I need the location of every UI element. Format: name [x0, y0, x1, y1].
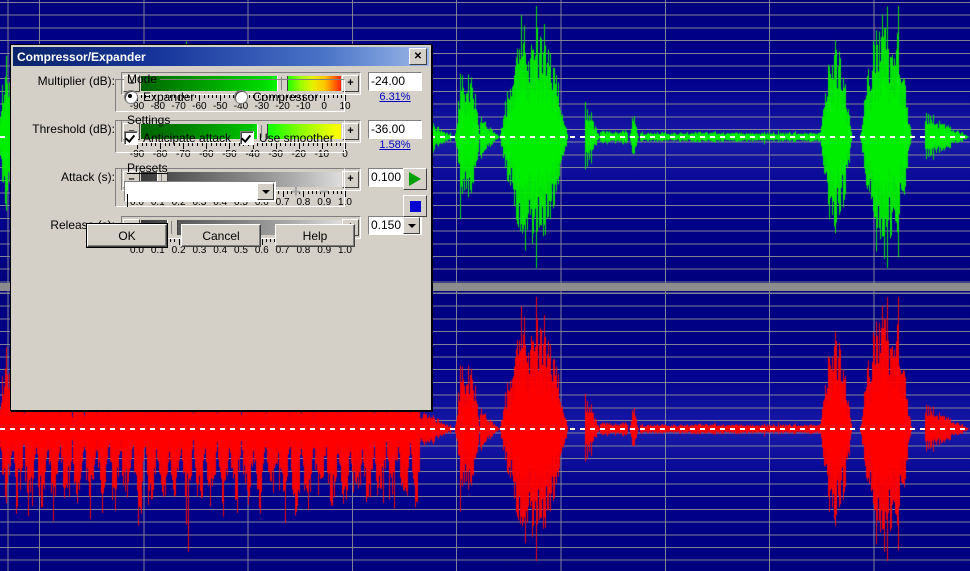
mode-legend: Mode: [127, 72, 158, 86]
checkbox-anticipate-attack-label: Anticipate attack: [143, 131, 232, 145]
slider-value-text: 0.100: [371, 170, 402, 184]
play-icon: [409, 172, 421, 186]
radio-compressor[interactable]: Compressor: [234, 90, 318, 104]
cancel-button-label: Cancel: [202, 228, 240, 243]
chevron-down-icon[interactable]: [257, 183, 274, 200]
dialog-titlebar[interactable]: Compressor/Expander ✕: [13, 47, 429, 66]
settings-legend: Settings: [127, 113, 171, 127]
cancel-button[interactable]: Cancel: [181, 224, 261, 247]
checkbox-use-smoother[interactable]: Use smoother: [240, 131, 334, 145]
slider-value-column: -24.00 6.31%: [361, 72, 422, 103]
slider-label: Multiplier (dB):: [37, 74, 115, 88]
slider-value-text: -24.00: [371, 74, 406, 88]
checkbox-use-smoother-label: Use smoother: [259, 131, 334, 145]
waveform-centerline-right: [0, 428, 970, 430]
preview-play-button[interactable]: [403, 168, 427, 190]
presets-group: Presets + −: [115, 161, 345, 207]
slider-value-column: -36.00 1.58%: [361, 120, 422, 151]
checkmark-icon: [240, 131, 254, 145]
slider-value-field[interactable]: -36.00: [368, 120, 422, 139]
slider-value-text: -36.00: [371, 122, 406, 136]
settings-group: Settings Anticipate attack Use smoother: [115, 113, 345, 153]
radio-compressor-label: Compressor: [253, 90, 319, 104]
mode-group: Mode Expander Compressor: [115, 72, 345, 112]
remove-preset-button[interactable]: −: [315, 183, 333, 201]
radio-dot-icon: [124, 90, 138, 104]
slider-value-field[interactable]: -24.00: [368, 72, 422, 91]
presets-combobox[interactable]: [124, 181, 276, 207]
help-button-label: Help: [302, 228, 328, 243]
ok-button[interactable]: OK: [86, 223, 168, 248]
text-caret: [127, 193, 128, 207]
checkbox-anticipate-attack[interactable]: Anticipate attack: [124, 131, 240, 145]
dialog-button-row: OK Cancel Help: [11, 223, 431, 248]
help-button[interactable]: Help: [275, 224, 355, 247]
preview-stop-button[interactable]: [403, 195, 427, 217]
dialog-title: Compressor/Expander: [17, 49, 146, 64]
compressor-expander-dialog[interactable]: Compressor/Expander ✕ Multiplier (dB): – +…: [10, 44, 432, 411]
add-preset-button[interactable]: +: [287, 183, 305, 201]
close-icon[interactable]: ✕: [409, 48, 427, 65]
ok-button-label: OK: [118, 228, 136, 243]
slider-label: Threshold (dB):: [32, 122, 115, 136]
checkmark-icon: [124, 131, 138, 145]
slider-percent-link[interactable]: 1.58%: [368, 139, 422, 151]
stop-icon: [409, 200, 421, 212]
presets-legend: Presets: [127, 161, 168, 175]
radio-dot-icon: [234, 90, 248, 104]
radio-expander[interactable]: Expander: [124, 90, 234, 104]
radio-expander-label: Expander: [143, 90, 195, 104]
dialog-body: Multiplier (dB): – + -90 -80 -70 -60 -50 -40 -30-…: [11, 72, 431, 258]
slider-label: Attack (s):: [60, 170, 115, 184]
slider-percent-link[interactable]: 6.31%: [368, 91, 422, 103]
